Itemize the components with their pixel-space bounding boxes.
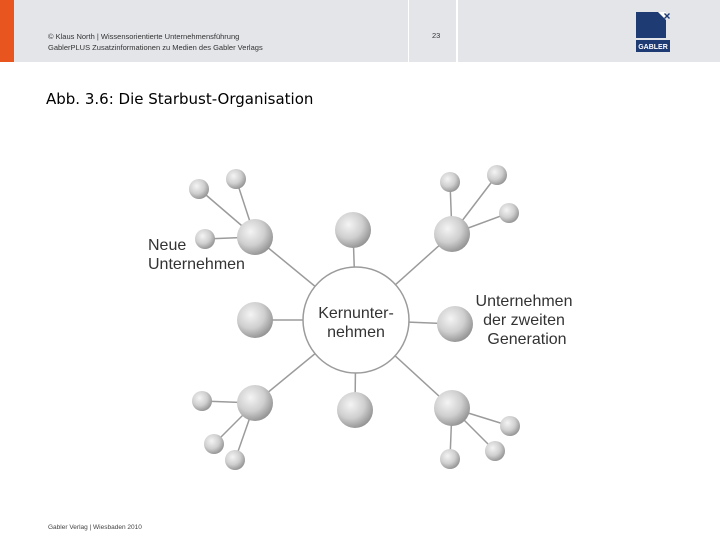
node-small xyxy=(500,416,520,436)
node-medium xyxy=(337,392,373,428)
node-small xyxy=(485,441,505,461)
center-label-line2: nehmen xyxy=(327,324,385,341)
right-label-line1: Unternehmen xyxy=(476,293,573,310)
node-small xyxy=(189,179,209,199)
node-small xyxy=(499,203,519,223)
node-medium xyxy=(237,385,273,421)
node-medium xyxy=(335,212,371,248)
node-small xyxy=(226,169,246,189)
node-medium xyxy=(237,219,273,255)
node-medium xyxy=(437,306,473,342)
node-small xyxy=(440,172,460,192)
node-small xyxy=(195,229,215,249)
right-label-line2: der zweiten xyxy=(483,312,565,329)
node-small xyxy=(225,450,245,470)
node-medium xyxy=(434,390,470,426)
left-label-line1: Neue xyxy=(148,237,186,254)
node-small xyxy=(440,449,460,469)
right-label-line3: Generation xyxy=(487,331,566,348)
node-small xyxy=(487,165,507,185)
node-medium xyxy=(434,216,470,252)
center-label-line1: Kernunter- xyxy=(318,305,394,322)
starburst-diagram: Kernunter- nehmen Neue Unternehmen Unter… xyxy=(148,165,573,470)
node-small xyxy=(192,391,212,411)
left-label-line2: Unternehmen xyxy=(148,256,245,273)
node-small xyxy=(204,434,224,454)
node-medium xyxy=(237,302,273,338)
footer-text: Gabler Verlag | Wiesbaden 2010 xyxy=(48,524,142,531)
